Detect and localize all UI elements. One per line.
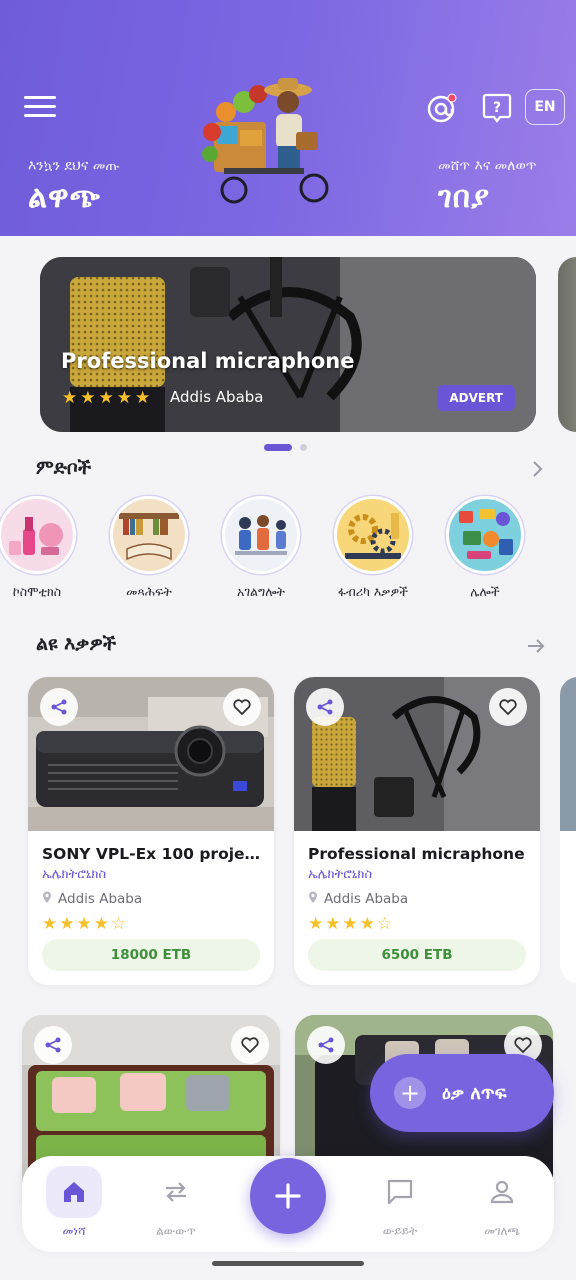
profile-icon	[474, 1166, 530, 1218]
location-pin-icon	[43, 891, 51, 903]
nav-label-profile: መገለጫ	[484, 1224, 520, 1238]
category-item-others[interactable]: ሌሎች	[445, 496, 525, 600]
category-label: ኮስሞቲክስ	[12, 584, 62, 599]
welcome-subtitle: እንኳን ደህና መጡ	[28, 158, 120, 174]
services-icon	[222, 496, 300, 574]
category-label: አገልግሎት	[237, 584, 285, 599]
product-location-text: Addis Ababa	[58, 891, 143, 907]
nav-item-home[interactable]: መነሻ	[34, 1166, 114, 1239]
featured-items-title: ልዩ እቃዎች	[36, 633, 117, 655]
swap-icon	[148, 1166, 204, 1218]
brand-title-left: ልዋጭ	[28, 180, 101, 215]
svg-text:?: ?	[493, 100, 501, 116]
heart-icon	[241, 1037, 259, 1054]
nav-item-exchange[interactable]: ልውውጥ	[136, 1166, 216, 1239]
nav-label-exchange: ልውውጥ	[156, 1224, 196, 1238]
share-icon	[318, 1037, 334, 1053]
category-item-books[interactable]: መጻሕፍት	[109, 496, 189, 600]
product-card[interactable]: SONY VPL-Ex 100 projector ኤሌክትሮኒክስ Addis…	[28, 677, 274, 985]
category-label: ሌሎች	[470, 584, 500, 599]
plus-icon: +	[394, 1077, 426, 1109]
share-icon	[51, 699, 67, 715]
nav-item-chat[interactable]: ውይይት	[360, 1166, 440, 1239]
carousel-dot[interactable]	[300, 444, 307, 451]
post-item-label: ዕቃ ለጥፍ	[442, 1082, 507, 1104]
product-card[interactable]: Professional micraphone ኤሌክትሮኒክስ Addis A…	[294, 677, 540, 985]
nav-label-chat: ውይይት	[382, 1224, 418, 1238]
next-banner-preview[interactable]	[558, 257, 576, 432]
post-item-button[interactable]: + ዕቃ ለጥፍ	[370, 1054, 554, 1132]
heart-icon	[499, 699, 517, 716]
hamburger-menu-icon[interactable]	[24, 96, 56, 120]
share-button[interactable]	[40, 688, 78, 726]
brand-title-right: ገበያ	[438, 180, 491, 215]
banner-location: Addis Ababa	[170, 388, 264, 406]
home-icon	[46, 1166, 102, 1218]
share-icon	[317, 699, 333, 715]
others-icon	[446, 496, 524, 574]
product-name: Professional micraphone	[308, 845, 525, 863]
advert-badge: ADVERT	[437, 385, 515, 411]
product-category: ኤሌክትሮኒክስ	[42, 867, 107, 882]
product-category: ኤሌክትሮኒክስ	[308, 867, 373, 882]
chat-icon	[372, 1166, 428, 1218]
product-location: Addis Ababa	[308, 891, 408, 907]
share-button[interactable]	[307, 1026, 345, 1064]
factory-gear-icon	[334, 496, 412, 574]
nav-item-profile[interactable]: መገለጫ	[462, 1166, 542, 1239]
app-header: ? EN እንኳን ደህና መጡ ልዋጭ መሸጥ እና መለወጥ ገበያ	[0, 0, 576, 236]
category-item-services[interactable]: አገልግሎት	[221, 496, 301, 600]
product-price: 6500 ETB	[308, 939, 526, 971]
banner-rating-stars: ★★★★★	[62, 388, 154, 408]
product-location-text: Addis Ababa	[324, 891, 409, 907]
at-sign-notification-icon[interactable]	[424, 90, 460, 126]
favorite-button[interactable]	[231, 1026, 269, 1064]
featured-banner[interactable]: Professional micraphone ★★★★★ Addis Abab…	[40, 257, 536, 432]
location-pin-icon	[309, 891, 317, 903]
categories-title: ምድቦች	[36, 457, 92, 479]
heart-icon	[233, 699, 251, 716]
add-listing-button[interactable]	[250, 1158, 326, 1234]
carousel-indicator	[264, 444, 307, 451]
product-rating-stars: ★★★★☆	[308, 914, 395, 934]
favorite-button[interactable]	[223, 688, 261, 726]
product-location: Addis Ababa	[42, 891, 142, 907]
tagline-subtitle: መሸጥ እና መለወጥ	[438, 158, 537, 174]
nav-label-home: መነሻ	[62, 1224, 86, 1238]
product-name: SONY VPL-Ex 100 projector	[42, 845, 262, 863]
arrow-right-icon[interactable]	[526, 637, 546, 655]
banner-title: Professional micraphone	[61, 349, 355, 373]
category-item-factory-goods[interactable]: ፋብሪካ እቃዎች	[333, 496, 413, 600]
cosmetics-icon	[0, 496, 76, 574]
share-icon	[45, 1037, 61, 1053]
chevron-right-icon[interactable]	[530, 460, 546, 478]
product-rating-stars: ★★★★☆	[42, 914, 129, 934]
category-label: መጻሕፍት	[126, 584, 172, 599]
help-question-icon[interactable]: ?	[479, 90, 515, 126]
product-price: 18000 ETB	[42, 939, 260, 971]
category-item-cosmetics[interactable]: ኮስሞቲክስ	[0, 496, 77, 600]
share-button[interactable]	[306, 688, 344, 726]
share-button[interactable]	[34, 1026, 72, 1064]
category-label: ፋብሪካ እቃዎች	[337, 584, 409, 599]
home-indicator	[212, 1261, 364, 1266]
favorite-button[interactable]	[489, 688, 527, 726]
heart-icon	[514, 1037, 532, 1054]
app-logo	[202, 78, 329, 204]
plus-icon	[275, 1183, 301, 1209]
books-icon	[110, 496, 188, 574]
language-toggle-button[interactable]: EN	[525, 89, 565, 125]
next-product-card-preview[interactable]	[560, 677, 576, 983]
carousel-dot-active[interactable]	[264, 444, 292, 451]
